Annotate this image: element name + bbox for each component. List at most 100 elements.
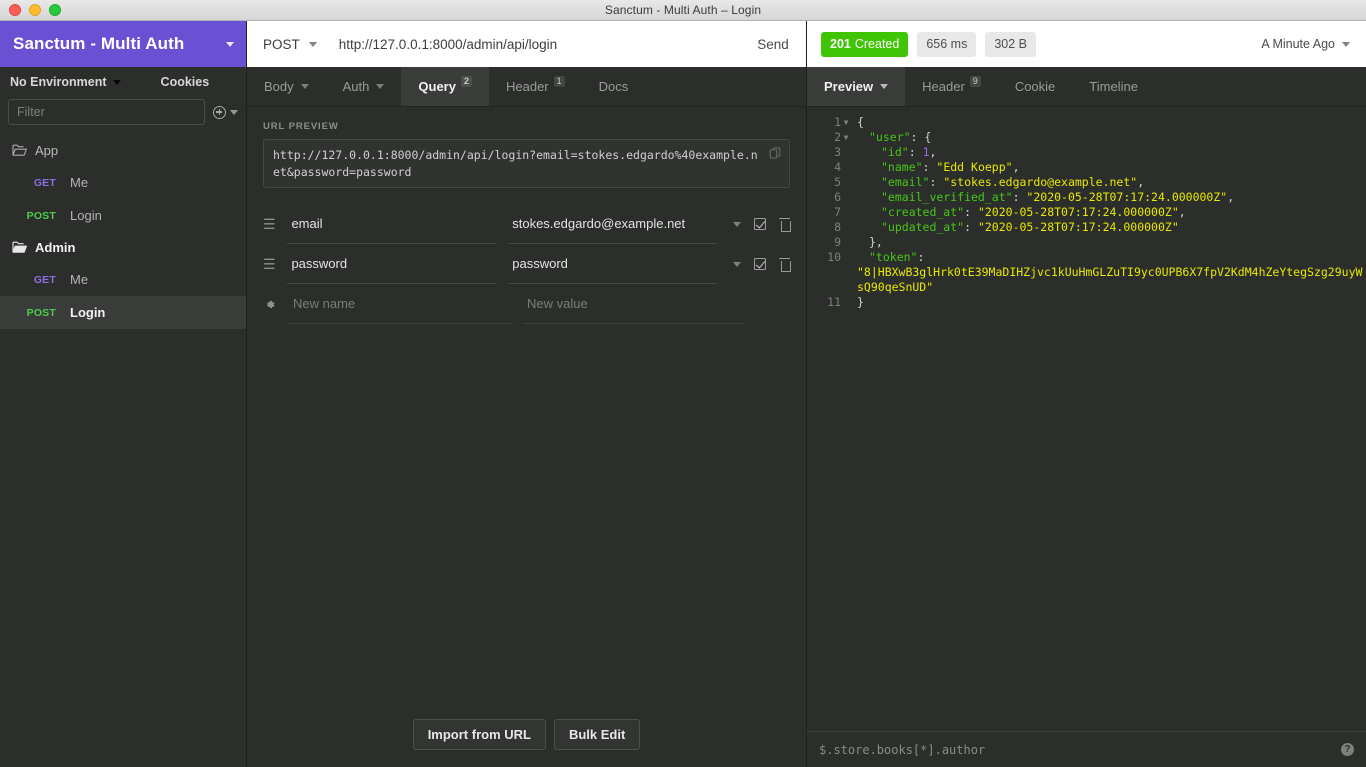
delete-param-icon[interactable]: [779, 217, 791, 232]
http-method-selector[interactable]: POST: [263, 37, 317, 52]
drag-handle-icon[interactable]: ☰: [263, 256, 287, 273]
chevron-down-icon[interactable]: [733, 261, 742, 267]
chevron-down-icon: [226, 41, 234, 47]
chevron-down-icon[interactable]: [112, 79, 121, 85]
tab-label: Header: [922, 79, 965, 94]
request-tab-auth[interactable]: Auth: [326, 67, 402, 106]
new-param-value-cell[interactable]: New value: [523, 284, 745, 325]
param-row-actions: [733, 257, 791, 272]
request-footer: Import from URL Bulk Edit: [247, 701, 806, 767]
token-k: "email": [881, 175, 930, 189]
url-bar: POST http://127.0.0.1:8000/admin/api/log…: [247, 21, 806, 67]
token-p: :: [922, 160, 937, 174]
help-icon[interactable]: ?: [1341, 743, 1354, 756]
window-traffic-lights: [9, 4, 61, 16]
query-param-row: ☰ email stokes.edgardo@example.net: [263, 204, 791, 245]
tab-badge: 1: [553, 76, 565, 87]
token-s: "2020-05-28T07:17:24.000000Z": [977, 205, 1179, 219]
minimize-window-button[interactable]: [29, 4, 41, 16]
response-tab-header[interactable]: Header 9: [905, 67, 998, 106]
token-p: :: [964, 205, 978, 219]
code-content: }: [851, 295, 1366, 310]
response-code-line: 3 "id": 1,: [807, 145, 1366, 160]
token-s: "stokes.edgardo@example.net": [943, 175, 1138, 189]
code-content: },: [851, 235, 1366, 250]
tab-label: Docs: [598, 79, 629, 94]
token-p: :: [929, 175, 944, 189]
sidebar-request-post-login[interactable]: POST Login: [0, 296, 246, 329]
code-content: "name": "Edd Koepp",: [851, 160, 1366, 175]
code-content: "user": {: [851, 130, 1366, 145]
chevron-down-icon[interactable]: [733, 221, 742, 227]
line-number: 2: [834, 130, 841, 144]
tab-label: Preview: [824, 79, 874, 94]
token-k: "created_at": [881, 205, 965, 219]
param-enabled-checkbox[interactable]: [754, 258, 767, 271]
import-from-url-button[interactable]: Import from URL: [412, 718, 546, 750]
response-time-badge: 656 ms: [917, 31, 977, 57]
token-k: "email_verified_at": [881, 190, 1013, 204]
param-name-cell[interactable]: email: [287, 204, 497, 245]
token-p: ,: [1178, 205, 1186, 219]
copy-icon[interactable]: [769, 147, 782, 160]
response-tab-timeline[interactable]: Timeline: [1072, 67, 1155, 106]
line-number: 1: [834, 115, 841, 129]
environment-name[interactable]: No Environment: [10, 75, 107, 89]
request-method-label: POST: [26, 209, 56, 222]
drag-handle-icon[interactable]: ☰: [263, 216, 287, 233]
response-body-viewer[interactable]: 1 ▼{2 ▼ "user": {3 "id": 1, 4 "name": "Edd Koe…: [807, 107, 1366, 731]
code-content: "email": "stokes.edgardo@example.net",: [851, 175, 1366, 190]
response-tabbar: Preview Header 9 Cookie Timeline: [807, 67, 1366, 107]
new-param-name-cell[interactable]: New name: [289, 284, 511, 325]
sidebar-request-get-me[interactable]: GET Me: [0, 263, 246, 296]
request-method-label: POST: [26, 306, 56, 319]
request-tab-body[interactable]: Body: [247, 67, 326, 106]
add-request-button[interactable]: [213, 105, 238, 119]
maximize-window-button[interactable]: [49, 4, 61, 16]
sidebar-folder-app[interactable]: App: [0, 135, 246, 166]
fold-toggle-icon[interactable]: ▼: [841, 115, 851, 130]
response-tab-preview[interactable]: Preview: [807, 67, 906, 106]
jsonpath-filter-input[interactable]: [819, 742, 1341, 757]
code-content: "id": 1,: [851, 145, 1366, 160]
code-content: "email_verified_at": "2020-05-28T07:17:2…: [851, 190, 1366, 205]
token-p: ,: [1227, 190, 1235, 204]
response-tab-cookie[interactable]: Cookie: [998, 67, 1072, 106]
request-tab-query[interactable]: Query 2: [401, 67, 489, 106]
close-window-button[interactable]: [9, 4, 21, 16]
request-tab-header[interactable]: Header 1: [489, 67, 582, 106]
request-tab-docs[interactable]: Docs: [582, 67, 646, 106]
url-input[interactable]: http://127.0.0.1:8000/admin/api/login: [339, 37, 740, 52]
response-code-line: 1 ▼ {: [807, 115, 1366, 130]
gear-icon[interactable]: [263, 298, 289, 311]
token-k: "user": [869, 130, 911, 144]
request-method-label: GET: [33, 176, 56, 189]
response-history-selector[interactable]: A Minute Ago: [1261, 37, 1350, 51]
cookies-button[interactable]: Cookies: [161, 75, 210, 89]
filter-input[interactable]: [8, 99, 205, 125]
line-number: 8: [834, 220, 841, 234]
token-k: "name": [881, 160, 923, 174]
sidebar-request-get-me[interactable]: GET Me: [0, 166, 246, 199]
plus-circle-icon: [213, 105, 226, 119]
window-title-bar: Sanctum - Multi Auth – Login: [0, 0, 1366, 21]
workspace-switcher[interactable]: Sanctum - Multi Auth: [0, 21, 246, 67]
sidebar-request-post-login[interactable]: POST Login: [0, 199, 246, 232]
tab-label: Auth: [342, 79, 370, 94]
sidebar-filter-row: [0, 93, 246, 135]
sidebar-folder-admin[interactable]: Admin: [0, 232, 246, 263]
param-name-cell[interactable]: password: [287, 244, 497, 285]
param-value-cell[interactable]: stokes.edgardo@example.net: [508, 204, 718, 245]
line-number: 10: [827, 250, 841, 264]
request-method-label: GET: [33, 273, 56, 286]
token-s: "8|HBXwB3glHrk0tE39MaDIHZjvc1kUuHmGLZuTI…: [857, 265, 1363, 294]
param-enabled-checkbox[interactable]: [754, 218, 767, 231]
send-button[interactable]: Send: [740, 21, 806, 67]
fold-toggle-icon[interactable]: ▼: [841, 130, 851, 145]
response-code-line: 10 "token":: [807, 250, 1366, 265]
token-p: ,: [929, 145, 937, 159]
delete-param-icon[interactable]: [779, 257, 791, 272]
bulk-edit-button[interactable]: Bulk Edit: [553, 718, 641, 750]
param-value-cell[interactable]: password: [508, 244, 718, 285]
response-size-badge: 302 B: [985, 31, 1037, 57]
